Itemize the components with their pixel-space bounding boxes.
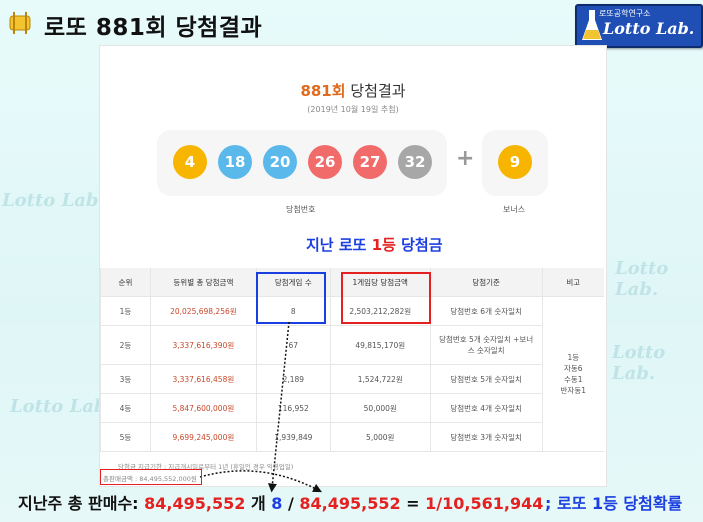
table-row: 3등 3,337,616,458원 2,189 1,524,722원 당첨번호 …: [100, 364, 605, 394]
odds-value: 1/10,561,944: [425, 494, 544, 513]
sales-count-divisor: 84,495,552: [299, 494, 401, 513]
prize-subtitle: 지난 로또 1등 당첨금: [306, 234, 443, 255]
slash: /: [282, 494, 300, 513]
table-row: 5등 9,699,245,000원 1,939,849 5,000원 당첨번호 …: [100, 422, 605, 452]
winners-cell: 116,952: [255, 393, 331, 423]
bonus-caption: 보너스: [503, 205, 526, 214]
odds-description: ; 로또 1등 당첨확률: [545, 494, 683, 513]
lotto-mascot-icon: [9, 12, 31, 34]
rank-cell: 5등: [100, 422, 151, 452]
odds-calculation: 지난주 총 판매수: 84,495,552 개 8 / 84,495,552 =…: [18, 490, 543, 514]
criteria-cell: 당첨번호 4개 숫자일치: [429, 393, 543, 423]
prize-per-game-cell: 50,000원: [329, 393, 431, 423]
prize-per-game-cell: 1,524,722원: [329, 364, 431, 394]
number-ball: 20: [263, 145, 297, 179]
criteria-cell: 당첨번호 5개 숫자일치 +보너스 숫자일치: [429, 325, 543, 365]
number-ball: 4: [173, 145, 207, 179]
result-title: 881회 당첨결과: [100, 80, 606, 101]
total-prize-cell: 9,699,245,000원: [149, 422, 257, 452]
equals: =: [400, 494, 426, 513]
prize-per-game-cell: 49,815,170원: [329, 325, 431, 365]
remark-line: 반자동1: [560, 386, 587, 395]
total-prize-cell: 3,337,616,390원: [149, 325, 257, 365]
winners-highlight: [256, 272, 326, 324]
remark-line: 1등: [567, 353, 580, 362]
remark-line: 수동1: [563, 375, 583, 384]
column-header: 등위별 총 당첨금액: [149, 268, 257, 297]
total-prize-cell: 20,025,698,256원: [149, 296, 257, 326]
prize-highlight: [341, 272, 431, 324]
rank-cell: 3등: [100, 364, 151, 394]
watermark: Lotto Lab.: [2, 190, 105, 211]
remark-line: 자동6: [563, 364, 583, 373]
numbers-caption: 당첨번호: [286, 205, 316, 214]
result-title-suffix: 당첨결과: [350, 82, 406, 100]
winners-cell: 2,189: [255, 364, 331, 394]
number-ball: 26: [308, 145, 342, 179]
bonus-ball: 9: [498, 145, 532, 179]
page-title: 로또 881회 당첨결과: [44, 15, 263, 41]
total-prize-cell: 5,847,600,000원: [149, 393, 257, 423]
watermark: Lotto Lab.: [10, 396, 113, 417]
logo-top-text: 로또공학연구소: [599, 9, 651, 18]
sales-unit: 개: [245, 494, 272, 513]
number-ball: 27: [353, 145, 387, 179]
remark-cell: 1등 자동6 수동1 반자동1: [541, 296, 604, 452]
prize-per-game-cell: 5,000원: [329, 422, 431, 452]
number-ball: 18: [218, 145, 252, 179]
draw-date: (2019년 10월 19일 추첨): [307, 105, 399, 114]
criteria-cell: 당첨번호 3개 숫자일치: [429, 422, 543, 452]
column-header: 당첨기준: [429, 268, 543, 297]
winners-cell: 67: [255, 325, 331, 365]
column-header: 순위: [100, 268, 151, 297]
criteria-cell: 당첨번호 5개 숫자일치: [429, 364, 543, 394]
round-number: 881회: [300, 82, 346, 100]
logo-main-text: Lotto Lab.: [603, 19, 695, 38]
subtitle-post: 당첨금: [395, 236, 443, 254]
table-row: 2등 3,337,616,390원 67 49,815,170원 당첨번호 5개…: [100, 325, 605, 365]
subtitle-pre: 지난 로또: [306, 236, 372, 254]
rank-cell: 2등: [100, 325, 151, 365]
odds-label: 지난주 총 판매수:: [18, 494, 145, 513]
bonus-number-panel: 9: [482, 130, 548, 196]
winning-numbers-panel: 4 18 20 26 27 32: [157, 130, 447, 196]
watermark: Lotto Lab.: [615, 258, 669, 300]
winners-cell: 1,939,849: [255, 422, 331, 452]
subtitle-highlight: 1등: [371, 236, 396, 254]
sales-count: 84,495,552: [144, 494, 246, 513]
total-sales-text: 총판매금액 : 84,495,552,000원: [103, 475, 197, 483]
rank-cell: 1등: [100, 296, 151, 326]
watermark: Lotto Lab.: [612, 342, 666, 384]
table-row: 4등 5,847,600,000원 116,952 50,000원 당첨번호 4…: [100, 393, 605, 423]
number-ball: 32: [398, 145, 432, 179]
criteria-cell: 당첨번호 6개 숫자일치: [429, 296, 543, 326]
rank-cell: 4등: [100, 393, 151, 423]
total-prize-cell: 3,337,616,458원: [149, 364, 257, 394]
column-header: 비고: [541, 268, 604, 297]
plus-icon: +: [456, 146, 475, 171]
lotto-lab-logo: 로또공학연구소 Lotto Lab.: [575, 4, 703, 48]
winner-count: 8: [271, 494, 283, 513]
